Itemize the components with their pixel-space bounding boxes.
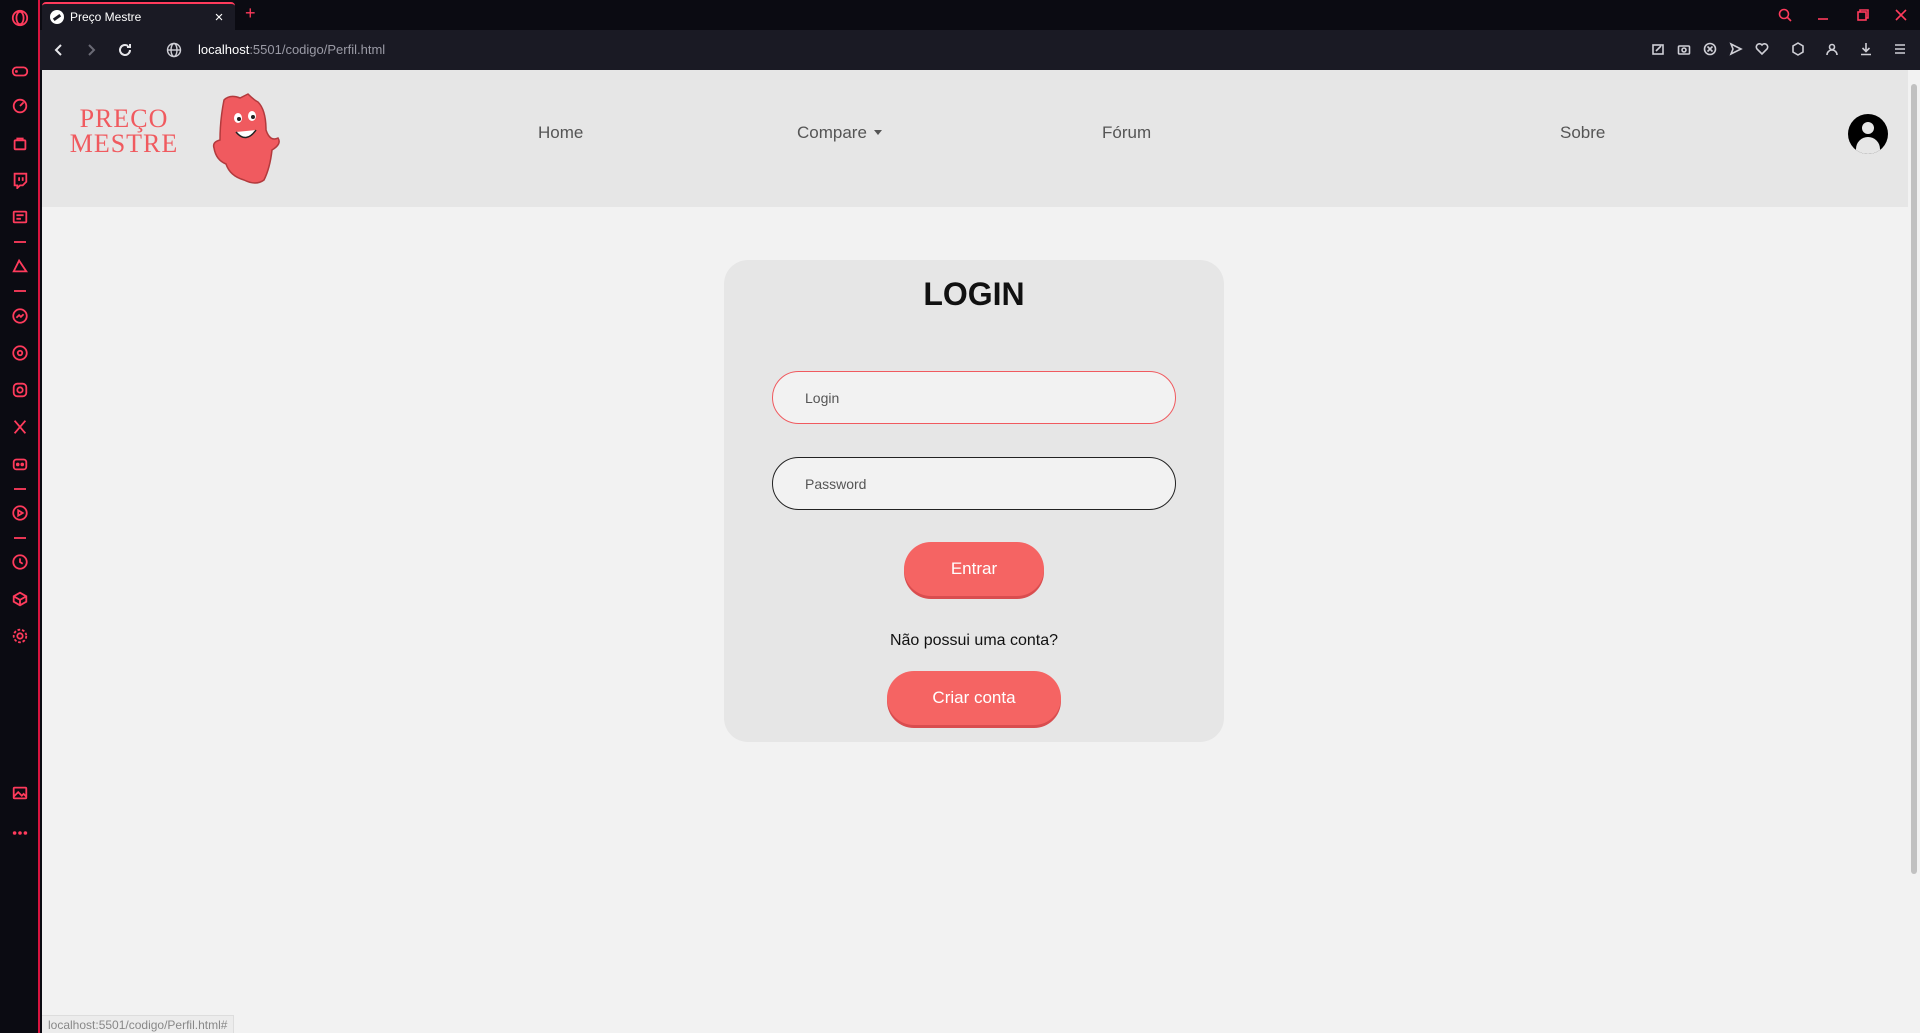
nav-compare[interactable]: Compare [797, 123, 882, 143]
url-path: :5501/codigo/Perfil.html [249, 42, 386, 57]
easy-setup-icon[interactable] [1893, 42, 1909, 58]
gamepad-icon[interactable] [10, 61, 30, 81]
no-account-text: Não possui uma conta? [889, 632, 1059, 649]
minimize-icon[interactable] [1812, 5, 1834, 25]
login-title: LOGIN [923, 276, 1025, 312]
aria-icon[interactable] [10, 256, 30, 276]
sidebar-divider [14, 290, 26, 292]
history-icon[interactable] [10, 552, 30, 572]
close-window-icon[interactable] [1890, 5, 1912, 25]
instagram-icon[interactable] [10, 380, 30, 400]
speed-dial-icon[interactable] [10, 96, 30, 116]
page-scrollbar[interactable] [1908, 70, 1920, 1033]
tab-favicon-icon [50, 10, 64, 24]
more-icon[interactable] [10, 823, 30, 843]
search-tabs-icon[interactable] [1774, 5, 1796, 25]
snapshot-edit-icon[interactable] [1651, 42, 1667, 58]
news-icon[interactable] [10, 207, 30, 227]
globe-icon [166, 42, 182, 58]
avatar-body [1856, 137, 1880, 154]
web-page: PREÇO MESTRE Home Compare Fórum Sobre LO… [42, 70, 1908, 1033]
reload-icon[interactable] [116, 41, 134, 59]
x-icon[interactable] [10, 417, 30, 437]
download-icon[interactable] [1859, 42, 1875, 58]
logo-line-1: PREÇO [79, 104, 169, 133]
messenger-icon[interactable] [10, 306, 30, 326]
create-account-button[interactable]: Criar conta [887, 671, 1061, 725]
nav-forum[interactable]: Fórum [1102, 123, 1151, 143]
settings-icon[interactable] [10, 626, 30, 646]
opera-logo-icon[interactable] [10, 8, 30, 28]
browser-toolbar: localhost:5501/codigo/Perfil.html [40, 30, 1920, 70]
url-host: localhost [198, 42, 250, 57]
nav-home[interactable]: Home [538, 123, 583, 143]
browser-tab[interactable]: Preço Mestre × [42, 2, 235, 30]
address-bar[interactable]: localhost:5501/codigo/Perfil.html [198, 42, 385, 57]
forward-icon[interactable] [82, 41, 100, 59]
shopping-bag-icon[interactable] [10, 133, 30, 153]
restore-icon[interactable] [1852, 5, 1874, 25]
caret-down-icon [873, 130, 882, 135]
tab-title: Preço Mestre [70, 10, 142, 24]
status-bar-url: localhost:5501/codigo/Perfil.html# [42, 1015, 235, 1033]
login-input[interactable] [772, 371, 1176, 424]
tab-close-icon[interactable]: × [211, 9, 227, 26]
site-header: PREÇO MESTRE Home Compare Fórum Sobre [42, 70, 1908, 207]
submit-login-button[interactable]: Entrar [904, 542, 1044, 596]
heart-icon[interactable] [1755, 42, 1771, 58]
back-icon[interactable] [50, 41, 68, 59]
send-icon[interactable] [1729, 42, 1745, 58]
user-avatar-icon[interactable] [1848, 114, 1888, 154]
password-input[interactable] [772, 457, 1176, 510]
sidebar-divider [14, 241, 26, 243]
player-icon[interactable] [10, 503, 30, 523]
gallery-icon[interactable] [10, 783, 30, 803]
sidebar-divider [14, 537, 26, 539]
camera-icon[interactable] [1677, 42, 1693, 58]
sidebar-divider [14, 488, 26, 490]
scroll-thumb[interactable] [1911, 84, 1917, 874]
adblock-icon[interactable] [1703, 42, 1719, 58]
new-tab-icon[interactable]: + [245, 3, 256, 24]
login-card: LOGIN Entrar Não possui uma conta? Criar… [724, 260, 1224, 742]
nav-compare-label: Compare [797, 123, 867, 142]
avatar-head [1862, 122, 1874, 134]
extensions-icon[interactable] [10, 589, 30, 609]
whatsapp-icon[interactable] [10, 343, 30, 363]
site-logo[interactable]: PREÇO MESTRE [64, 104, 184, 158]
browser-sidebar [0, 0, 40, 1033]
cube-icon[interactable] [1791, 42, 1807, 58]
discord-icon[interactable] [10, 454, 30, 474]
mascot-logo-icon [212, 93, 280, 184]
nav-about[interactable]: Sobre [1560, 123, 1605, 143]
browser-titlebar: Preço Mestre × + [40, 0, 1920, 30]
profile-icon[interactable] [1825, 42, 1841, 58]
twitch-icon[interactable] [10, 170, 30, 190]
logo-line-2: MESTRE [69, 129, 179, 158]
